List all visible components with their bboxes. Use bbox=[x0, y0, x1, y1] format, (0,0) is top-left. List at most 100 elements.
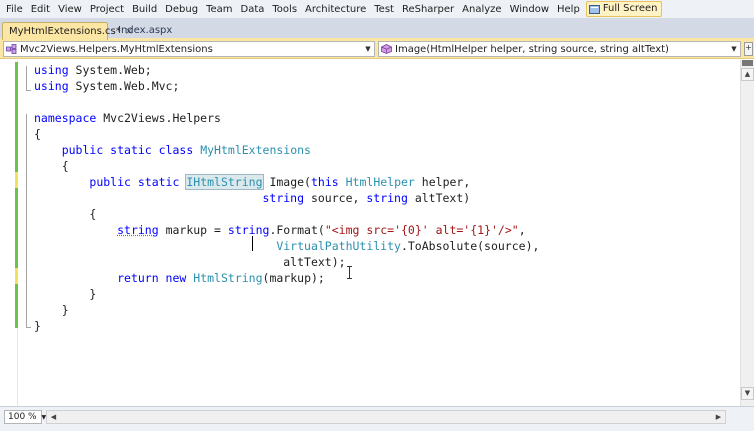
code-token: } bbox=[34, 287, 97, 301]
split-window-button[interactable]: + bbox=[744, 42, 753, 56]
code-line[interactable]: string source, string altText) bbox=[34, 190, 470, 206]
outlining-margin bbox=[20, 60, 32, 406]
menu-team[interactable]: Team bbox=[202, 1, 236, 18]
text-caret bbox=[252, 236, 253, 251]
code-token: helper, bbox=[414, 175, 471, 189]
tab-index-aspx[interactable]: Index.aspx bbox=[112, 22, 178, 40]
code-token: HtmlHelper bbox=[345, 175, 415, 189]
code-line[interactable]: public static IHtmlString Image(this Htm… bbox=[34, 174, 470, 190]
menu-data[interactable]: Data bbox=[237, 1, 269, 18]
menu-architecture[interactable]: Architecture bbox=[301, 1, 370, 18]
code-line[interactable]: using System.Web; bbox=[34, 62, 152, 78]
outline-guide bbox=[26, 90, 31, 91]
scroll-down-icon[interactable]: ▼ bbox=[741, 387, 754, 400]
code-token: VirtualPathUtility bbox=[276, 239, 401, 253]
zoom-value: 100 % bbox=[8, 412, 37, 422]
menu-resharper[interactable]: ReSharper bbox=[398, 1, 458, 18]
code-line[interactable]: string markup = string.Format("<img src=… bbox=[34, 222, 526, 238]
code-token: { bbox=[34, 207, 97, 221]
document-tab-strip: MyHtmlExtensions.cs* × Index.aspx bbox=[0, 19, 754, 40]
code-token: MyHtmlExtensions bbox=[200, 143, 311, 157]
change-tracking-bar bbox=[15, 62, 18, 108]
menu-window[interactable]: Window bbox=[506, 1, 553, 18]
full-screen-button[interactable]: Full Screen bbox=[585, 1, 663, 17]
code-line[interactable]: } bbox=[34, 318, 41, 334]
zoom-dropdown[interactable]: 100 % ▼ bbox=[4, 410, 46, 424]
code-token: { bbox=[34, 159, 69, 173]
fullscreen-icon bbox=[588, 4, 600, 14]
code-editor[interactable]: using System.Web; using System.Web.Mvc; na… bbox=[0, 60, 754, 406]
scroll-left-icon[interactable]: ◀ bbox=[47, 411, 60, 423]
menu-edit[interactable]: Edit bbox=[27, 1, 54, 18]
code-token: public static class bbox=[61, 143, 194, 157]
menu-tools[interactable]: Tools bbox=[268, 1, 301, 18]
code-token: .ToAbsolute(source), bbox=[400, 239, 540, 253]
code-token: Mvc2Views.Helpers bbox=[96, 111, 221, 125]
menu-view[interactable]: View bbox=[54, 1, 86, 18]
menu-analyze[interactable]: Analyze bbox=[458, 1, 505, 18]
code-token: } bbox=[34, 303, 69, 317]
menu-bar: File Edit View Project Build Debug Team … bbox=[0, 0, 754, 19]
scroll-up-icon[interactable]: ▲ bbox=[741, 68, 754, 81]
vertical-scrollbar[interactable]: ▲ ▼ bbox=[722, 60, 754, 406]
code-token: markup = bbox=[158, 223, 228, 237]
code-line[interactable]: { bbox=[34, 126, 41, 142]
menu-help[interactable]: Help bbox=[553, 1, 584, 18]
code-token: namespace bbox=[34, 111, 97, 125]
tab-myhtmlextensions[interactable]: MyHtmlExtensions.cs* × bbox=[2, 22, 133, 40]
menu-test[interactable]: Test bbox=[370, 1, 398, 18]
menu-project[interactable]: Project bbox=[86, 1, 128, 18]
code-line[interactable]: } bbox=[34, 286, 96, 302]
code-line[interactable]: altText); bbox=[34, 254, 346, 270]
outline-guide bbox=[26, 114, 27, 328]
type-dropdown-value: Mvc2Views.Helpers.MyHtmlExtensions bbox=[20, 43, 213, 55]
code-line[interactable]: public static class MyHtmlExtensions bbox=[34, 142, 311, 158]
outline-guide bbox=[26, 66, 27, 90]
menu-file[interactable]: File bbox=[2, 1, 27, 18]
code-token: using bbox=[34, 79, 69, 93]
code-token: "<img src='{0}' alt='{1}'/>" bbox=[324, 223, 519, 237]
change-tracking-bar-unsaved bbox=[15, 172, 18, 188]
splitter-handle[interactable] bbox=[742, 60, 753, 66]
code-token: altText); bbox=[34, 255, 346, 269]
code-line[interactable]: namespace Mvc2Views.Helpers bbox=[34, 110, 221, 126]
code-token: public static bbox=[89, 175, 180, 189]
change-tracking-bar bbox=[15, 108, 18, 172]
code-line[interactable]: return new HtmlString(markup); bbox=[34, 270, 325, 286]
code-token: altText) bbox=[407, 191, 471, 205]
member-dropdown[interactable]: Image(HtmlHelper helper, string source, … bbox=[378, 41, 741, 57]
code-line[interactable]: } bbox=[34, 302, 69, 318]
code-line[interactable]: using System.Web.Mvc; bbox=[34, 78, 179, 94]
code-token: , bbox=[518, 223, 526, 237]
code-token: string bbox=[366, 191, 408, 205]
outline-guide bbox=[26, 327, 31, 328]
code-token: (markup); bbox=[262, 271, 325, 285]
code-token: using bbox=[34, 63, 69, 77]
code-token: Image( bbox=[262, 175, 311, 189]
scrollbar-track[interactable] bbox=[740, 60, 754, 406]
code-token: System.Web; bbox=[68, 63, 152, 77]
menu-build[interactable]: Build bbox=[128, 1, 161, 18]
code-token: { bbox=[34, 127, 41, 141]
indicator-margin bbox=[0, 60, 18, 406]
code-token: this bbox=[310, 175, 339, 189]
horizontal-scrollbar[interactable]: ◀ ▶ bbox=[46, 410, 726, 424]
chevron-down-icon: ▼ bbox=[365, 45, 371, 53]
change-tracking-bar bbox=[15, 188, 18, 268]
type-dropdown[interactable]: Mvc2Views.Helpers.MyHtmlExtensions ▼ bbox=[3, 41, 375, 57]
code-line[interactable]: { bbox=[34, 206, 96, 222]
scroll-right-icon[interactable]: ▶ bbox=[712, 411, 725, 423]
code-line[interactable]: VirtualPathUtility.ToAbsolute(source), bbox=[34, 238, 539, 254]
code-area[interactable]: using System.Web; using System.Web.Mvc; na… bbox=[34, 60, 722, 406]
code-token: IHtmlString bbox=[185, 174, 264, 190]
menu-debug[interactable]: Debug bbox=[161, 1, 202, 18]
code-token: .Format( bbox=[269, 223, 325, 237]
change-tracking-bar bbox=[15, 284, 18, 328]
code-line[interactable]: { bbox=[34, 158, 69, 174]
code-token: string bbox=[262, 191, 305, 205]
